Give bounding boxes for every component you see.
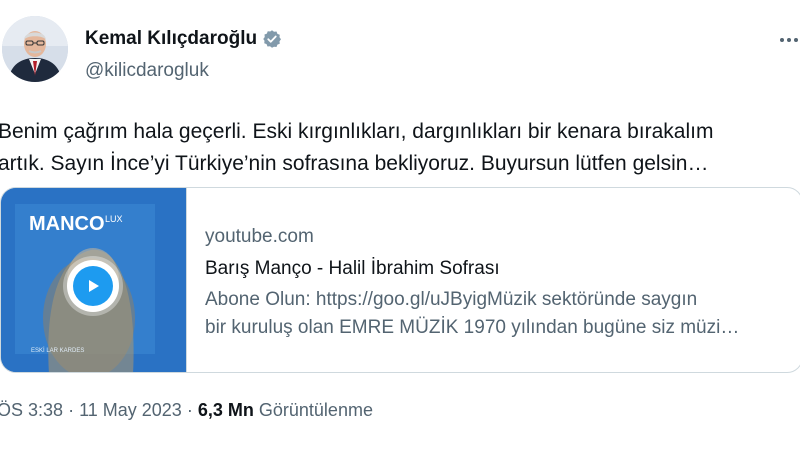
author-name-text[interactable]: Kemal Kılıçdaroğlu xyxy=(85,28,257,50)
card-description-line: Abone Olun: https://goo.gl/uJByigMüzik s… xyxy=(205,289,698,310)
tweet-text: Benim çağrım hala geçerli. Eski kırgınlı… xyxy=(0,116,800,180)
card-description: Abone Olun: https://goo.gl/uJByigMüzik s… xyxy=(205,286,739,342)
thumbnail-caption: ESKİ LAR KARDES xyxy=(31,347,84,354)
tweet-date[interactable]: 11 May 2023 xyxy=(79,400,182,420)
card-description-line: bir kuruluş olan EMRE MÜZİK 1970 yılında… xyxy=(205,317,740,338)
meta-separator: · xyxy=(68,400,75,420)
link-card[interactable]: MANCO LUX ESKİ LAR KARDES youtube.com Ba… xyxy=(0,187,800,373)
meta-separator: · xyxy=(186,400,193,420)
card-title: Barış Manço - Halil İbrahim Sofrası xyxy=(205,258,500,279)
views-label: Görüntülenme xyxy=(258,400,373,420)
tweet-time[interactable]: ÖS 3:38 xyxy=(0,400,63,420)
tweet-text-line: Benim çağrım hala geçerli. Eski kırgınlı… xyxy=(0,120,714,143)
verified-badge-icon xyxy=(262,29,282,49)
card-body[interactable]: youtube.com Barış Manço - Halil İbrahim … xyxy=(187,188,739,372)
thumbnail-subtitle: LUX xyxy=(105,214,123,224)
play-button[interactable] xyxy=(67,260,119,312)
author-handle[interactable]: @kilicdarogluk xyxy=(85,60,209,82)
more-options-icon[interactable] xyxy=(780,30,800,50)
card-thumbnail[interactable]: MANCO LUX ESKİ LAR KARDES xyxy=(1,188,187,372)
author-name[interactable]: Kemal Kılıçdaroğlu xyxy=(85,28,282,50)
avatar[interactable] xyxy=(2,16,68,82)
tweet: Kemal Kılıçdaroğlu @kilicdarogluk Benim … xyxy=(0,0,800,450)
thumbnail-title: MANCO xyxy=(29,213,105,235)
tweet-text-line: artık. Sayın İnce’yi Türkiye’nin sofrası… xyxy=(0,152,709,175)
views-count[interactable]: 6,3 Mn xyxy=(198,400,254,420)
play-icon xyxy=(73,266,113,306)
tweet-meta: ÖS 3:38 · 11 May 2023 · 6,3 Mn Görüntüle… xyxy=(0,400,373,421)
card-domain: youtube.com xyxy=(205,226,314,247)
